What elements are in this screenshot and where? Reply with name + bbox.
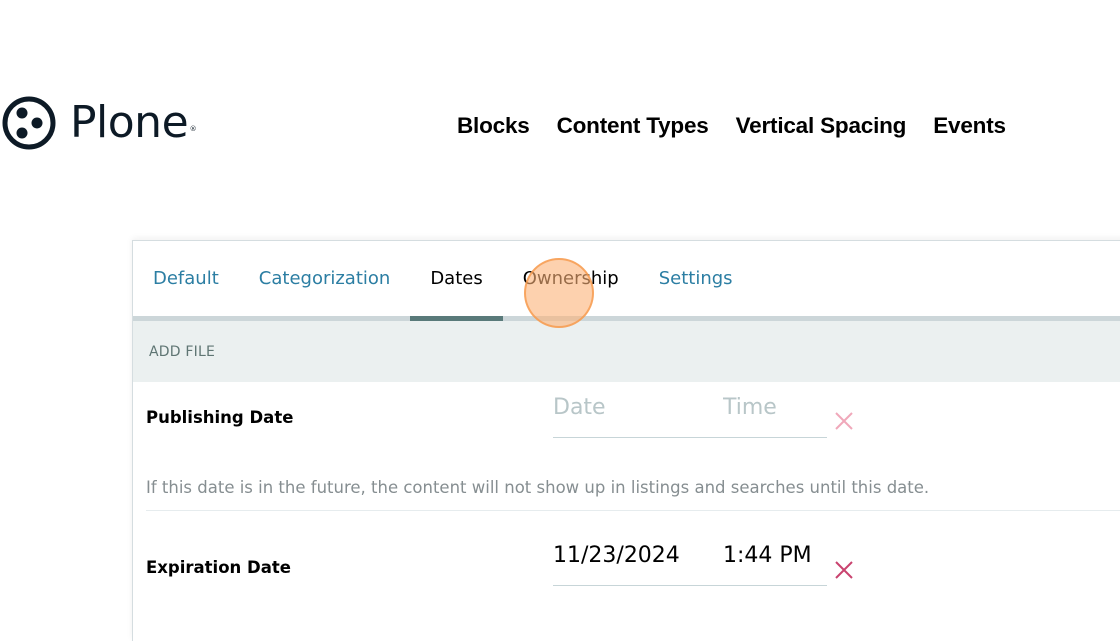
logo-wordmark: Plone: [70, 97, 189, 148]
tab-categorization[interactable]: Categorization: [239, 241, 411, 316]
expiration-date-input[interactable]: [553, 535, 713, 575]
expiration-time-input[interactable]: [723, 535, 827, 575]
publishing-time-input[interactable]: [723, 387, 827, 427]
publishing-date-label: Publishing Date: [146, 408, 294, 427]
nav-blocks[interactable]: Blocks: [457, 112, 530, 140]
close-icon: [835, 412, 853, 430]
expiration-date-widget: [553, 535, 827, 586]
nav-content-types[interactable]: Content Types: [557, 112, 709, 140]
publishing-date-input[interactable]: [553, 387, 713, 427]
tab-ownership[interactable]: Ownership: [503, 241, 639, 316]
publishing-date-widget: [553, 387, 827, 438]
expiration-date-field: Expiration Date: [133, 512, 1120, 622]
publishing-date-field: Publishing Date If this date is in the f…: [133, 382, 1120, 512]
publishing-date-clear-button[interactable]: [833, 410, 855, 432]
nav-events[interactable]: Events: [933, 112, 1006, 140]
plone-logo-icon: [2, 96, 56, 150]
form-tabs: Default Categorization Dates Ownership S…: [133, 241, 1120, 321]
publishing-date-help: If this date is in the future, the conte…: [146, 478, 930, 497]
section-title: ADD FILE: [149, 343, 216, 360]
registered-mark: ®: [189, 125, 197, 133]
tab-dates[interactable]: Dates: [410, 241, 504, 321]
field-divider: [146, 510, 1120, 511]
tab-default[interactable]: Default: [133, 241, 239, 316]
tab-settings[interactable]: Settings: [639, 241, 753, 316]
expiration-date-label: Expiration Date: [146, 558, 291, 577]
plone-logo[interactable]: Plone ®: [2, 96, 197, 150]
main-navigation: Blocks Content Types Vertical Spacing Ev…: [457, 112, 1006, 140]
expiration-date-clear-button[interactable]: [833, 559, 855, 581]
close-icon: [835, 561, 853, 579]
edit-form-card: Default Categorization Dates Ownership S…: [132, 240, 1120, 641]
section-header: ADD FILE: [133, 321, 1120, 382]
nav-vertical-spacing[interactable]: Vertical Spacing: [736, 112, 907, 140]
logo-text: Plone ®: [70, 96, 197, 150]
